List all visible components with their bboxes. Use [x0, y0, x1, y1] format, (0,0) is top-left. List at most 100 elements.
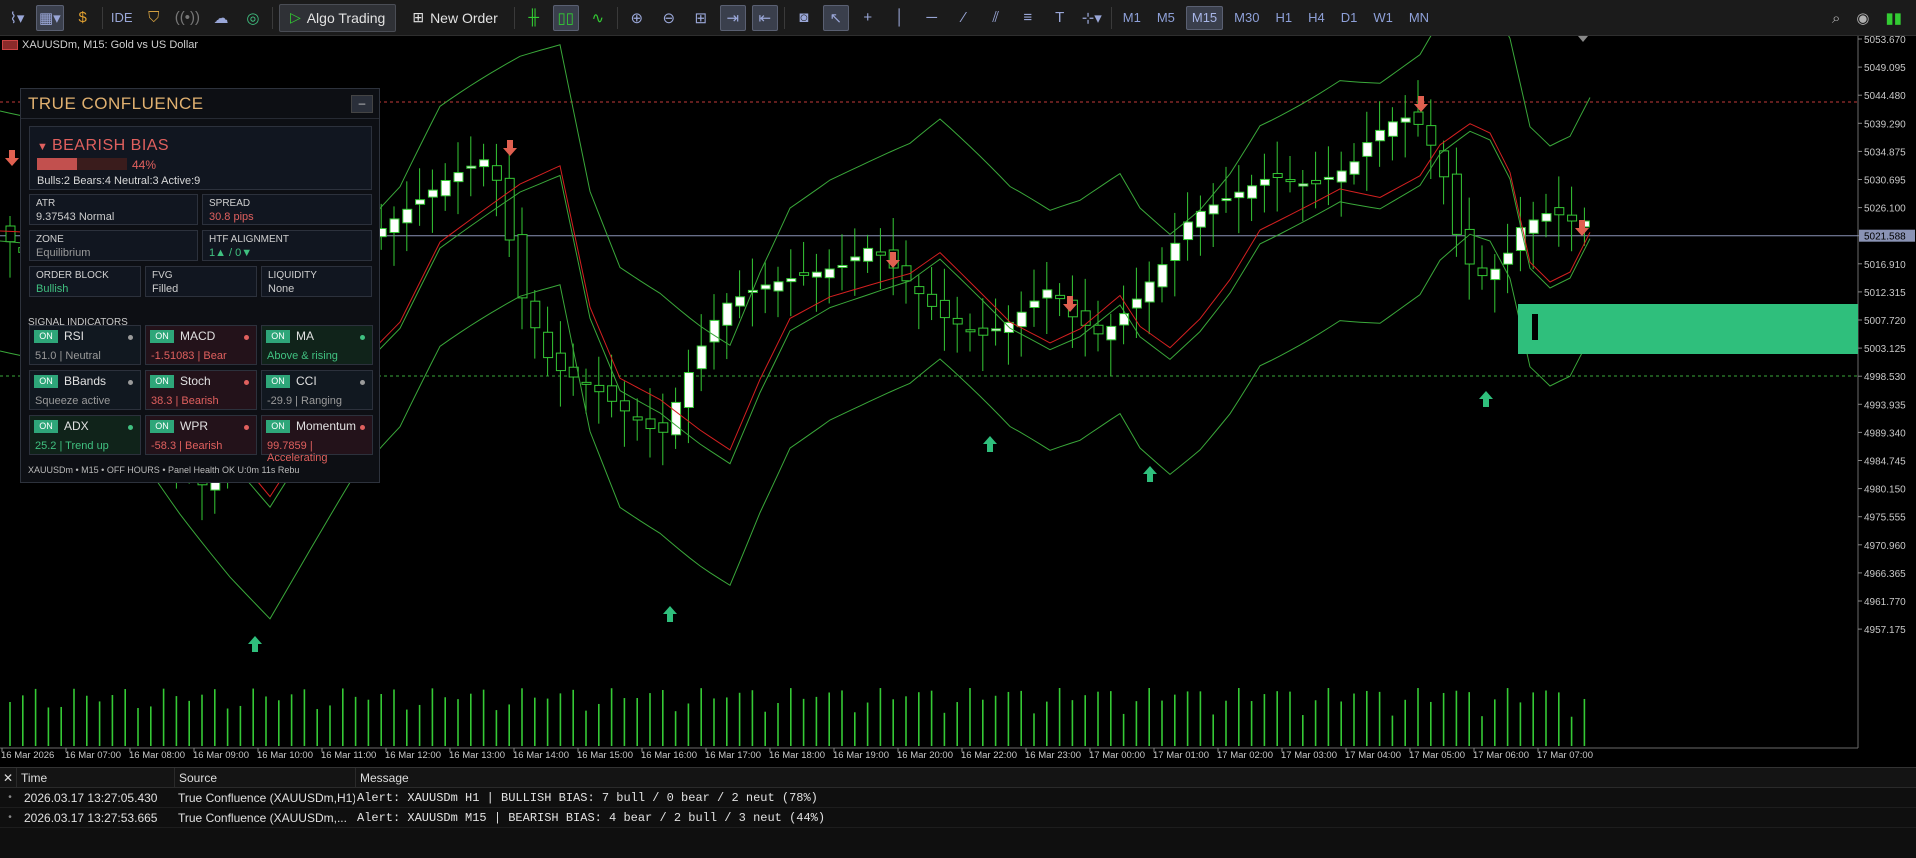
market-bag-icon[interactable]: ⛉ — [141, 5, 167, 31]
time-tick-label: 16 Mar 14:00 — [513, 750, 569, 760]
cursor-icon[interactable]: ↖ — [822, 4, 849, 31]
minimize-button[interactable]: – — [351, 94, 373, 113]
vps-cloud-icon[interactable]: ☁ — [208, 5, 234, 31]
algo-trading-button[interactable]: ▷ Algo Trading — [278, 3, 397, 32]
timeframe-m5[interactable]: M5 — [1152, 6, 1180, 30]
horizontal-line-icon[interactable]: ─ — [919, 5, 945, 31]
indicator-toggle[interactable]: ON — [34, 375, 58, 388]
indicator-toggle[interactable]: ON — [34, 420, 58, 433]
timeframe-d1[interactable]: D1 — [1336, 6, 1363, 30]
web-icon[interactable]: ◎ — [240, 5, 266, 31]
alert-row[interactable]: • 2026.03.17 13:27:53.665 True Confluenc… — [0, 808, 1916, 828]
col-source[interactable]: Source — [174, 767, 355, 788]
buy-arrow-icon — [983, 436, 997, 452]
time-tick-label: 16 Mar 13:00 — [449, 750, 505, 760]
candle-body — [453, 172, 464, 183]
indicator-name: WPR — [180, 419, 208, 433]
indicator-value: 51.0 | Neutral — [35, 350, 101, 362]
close-icon[interactable]: ✕ — [0, 771, 16, 785]
signals-icon[interactable]: ((•)) — [173, 5, 202, 31]
alert-row[interactable]: • 2026.03.17 13:27:05.430 True Confluenc… — [0, 788, 1916, 808]
sell-arrow-icon — [1414, 96, 1428, 112]
candle-body — [863, 247, 874, 262]
text-icon[interactable]: T — [1047, 5, 1073, 31]
liquidity-cell: LIQUIDITY None — [261, 266, 372, 297]
fibonacci-icon[interactable]: ≡ — [1015, 5, 1041, 31]
zoom-out-icon[interactable]: ⊖ — [656, 5, 682, 31]
time-tick-label: 16 Mar 09:00 — [193, 750, 249, 760]
indicator-stoch: ON Stoch 38.3 | Bearish — [145, 370, 257, 410]
time-tick-label: 17 Mar 01:00 — [1153, 750, 1209, 760]
time-tick-label: 17 Mar 07:00 — [1537, 750, 1593, 760]
alert-time: 2026.03.17 13:27:53.665 — [24, 810, 158, 825]
bar-chart-icon[interactable]: ╫ — [521, 5, 547, 31]
sell-arrow-icon — [503, 140, 517, 156]
indicator-toggle[interactable]: ON — [150, 420, 174, 433]
channel-icon[interactable]: ⫽ — [983, 5, 1009, 31]
alerts-header: ✕ Time Source Message — [0, 767, 1916, 788]
screenshot-icon[interactable]: ◙ — [791, 5, 817, 31]
candle-body — [760, 284, 771, 290]
candle-body — [594, 384, 605, 393]
timeframe-m15[interactable]: M15 — [1185, 5, 1224, 30]
indicator-toggle[interactable]: ON — [150, 330, 174, 343]
price-tick-label: 4993.935 — [1864, 400, 1906, 411]
candle-body — [1426, 125, 1437, 146]
status-dot-icon — [244, 380, 249, 385]
candle-body — [389, 218, 400, 234]
ide-button[interactable]: IDE — [109, 5, 135, 31]
tile-windows-icon[interactable]: ⊞ — [688, 5, 714, 31]
indicator-toggle[interactable]: ON — [266, 420, 290, 433]
time-tick-label: 16 Mar 07:00 — [65, 750, 121, 760]
templates-icon[interactable]: ▦▾ — [36, 4, 64, 31]
buy-arrow-icon — [248, 636, 262, 652]
candle-body — [1208, 204, 1219, 215]
candle-body — [1362, 142, 1373, 157]
time-tick-label: 16 Mar 12:00 — [385, 750, 441, 760]
candle-body — [1375, 129, 1386, 142]
candle-body — [1528, 219, 1539, 234]
zoom-in-icon[interactable]: ⊕ — [624, 5, 650, 31]
alert-source: True Confluence (XAUUSDm,H1) — [178, 790, 355, 805]
line-chart-icon[interactable]: ∿ — [585, 5, 611, 31]
chart-type-icon[interactable]: ⌇▾ — [4, 5, 30, 31]
time-tick-label: 16 Mar 18:00 — [769, 750, 825, 760]
shapes-icon[interactable]: ⊹▾ — [1079, 5, 1105, 31]
indicator-name: RSI — [64, 329, 85, 343]
crosshair-icon[interactable]: + — [855, 5, 881, 31]
price-tick-label: 5044.480 — [1864, 91, 1906, 102]
candle-body — [658, 422, 669, 433]
timeframe-h1[interactable]: H1 — [1270, 6, 1297, 30]
autoscroll-icon[interactable]: ⇥ — [719, 4, 746, 31]
col-message[interactable]: Message — [355, 767, 1916, 788]
price-tick-label: 5039.290 — [1864, 119, 1906, 130]
account-icon[interactable]: ◉ — [1856, 9, 1869, 27]
panel-header: TRUE CONFLUENCE – — [21, 89, 379, 119]
chart-shift-icon[interactable]: ⇤ — [751, 4, 778, 31]
timeframe-m1[interactable]: M1 — [1118, 6, 1146, 30]
timeframe-mn[interactable]: MN — [1404, 6, 1434, 30]
indicator-toggle[interactable]: ON — [150, 375, 174, 388]
indicator-toggle[interactable]: ON — [34, 330, 58, 343]
timeframe-w1[interactable]: W1 — [1368, 6, 1398, 30]
candle-body — [1541, 213, 1552, 222]
candle-body — [607, 385, 618, 402]
indicator-toggle[interactable]: ON — [266, 375, 290, 388]
candle-body — [1477, 267, 1488, 277]
time-tick-label: 16 Mar 20:00 — [897, 750, 953, 760]
candle-body — [1400, 117, 1411, 123]
timeframe-m30[interactable]: M30 — [1229, 6, 1264, 30]
vertical-line-icon[interactable]: │ — [887, 5, 913, 31]
search-icon[interactable]: ⌕ — [1832, 10, 1840, 27]
col-time[interactable]: Time — [16, 767, 174, 788]
indicator-rsi: ON RSI 51.0 | Neutral — [29, 325, 141, 365]
candle-body — [837, 264, 848, 268]
trendline-icon[interactable]: ⁄ — [951, 5, 977, 31]
dollar-icon[interactable]: $ — [70, 5, 96, 31]
new-order-button[interactable]: ⊞ New Order — [402, 4, 507, 32]
timeframe-h4[interactable]: H4 — [1303, 6, 1330, 30]
candle-body — [1106, 325, 1117, 341]
indicator-toggle[interactable]: ON — [266, 330, 290, 343]
chart-window-icon — [2, 40, 18, 50]
candlestick-icon[interactable]: ▯▯ — [552, 4, 579, 31]
